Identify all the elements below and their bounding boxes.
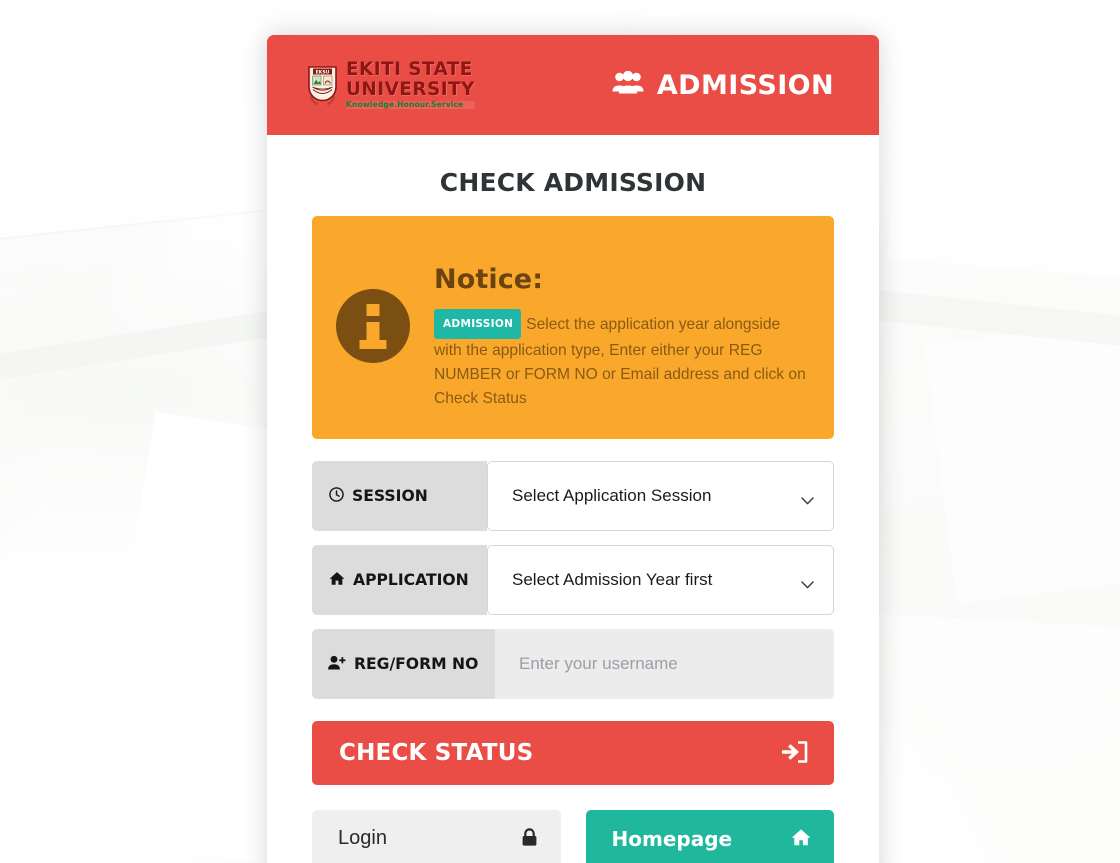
svg-text:EKSU: EKSU [316,69,330,75]
brand-line-1: EKITI STATE [346,59,473,81]
header-title-group: ADMISSION [612,70,834,101]
session-select-wrap[interactable]: Select Application Session [487,461,834,531]
page-title: CHECK ADMISSION [439,168,707,197]
form-row-session: SESSION Select Application Session [312,461,834,531]
secondary-button-group: Login Homepage [312,810,834,863]
info-circle-icon [336,289,410,363]
session-label: SESSION [312,461,487,531]
application-select-wrap[interactable]: Select Admission Year first [487,545,834,615]
background-building-shape [0,552,181,863]
background-building-shape [925,316,1120,604]
check-status-label: CHECK STATUS [339,740,534,766]
header-title: ADMISSION [656,69,834,101]
login-button[interactable]: Login [312,810,561,863]
regno-label-text: REG/FORM NO [354,655,479,673]
sign-in-arrow-icon [780,740,808,767]
application-label: APPLICATION [312,545,487,615]
brand-line-2: UNIVERSITY [346,78,475,100]
home-icon [329,571,345,590]
background-building-shape [887,0,1120,281]
notice-body: Notice: ADMISSION Select the application … [434,246,806,411]
brand-tagline: Knowledge.Honour.Service [346,101,475,109]
user-plus-icon [328,655,346,674]
brand-wordmark: EKITI STATE UNIVERSITY Knowledge.Honour.… [346,61,475,109]
login-label: Login [338,827,387,849]
homepage-label: Homepage [611,826,733,851]
admission-card: EKSU EKITI STATE UNIVERSITY Knowledge.Ho… [267,35,879,863]
clock-icon [329,486,344,506]
page-root: EKSU EKITI STATE UNIVERSITY Knowledge.Ho… [0,0,1120,863]
eksu-crest-icon: EKSU [306,64,339,106]
form-row-application: APPLICATION Select Admission Year first [312,545,834,615]
card-body: CHECK ADMISSION Notice: ADMISSION Select … [267,168,879,863]
home-icon [791,828,811,850]
regno-input[interactable] [495,629,834,699]
application-select[interactable]: Select Admission Year first [487,545,834,615]
notice-title: Notice: [434,264,544,295]
brand-logo: EKSU EKITI STATE UNIVERSITY Knowledge.Ho… [306,61,475,109]
homepage-button[interactable]: Homepage [585,810,834,863]
session-select[interactable]: Select Application Session [487,461,834,531]
notice-box: Notice: ADMISSION Select the application … [312,216,834,439]
regno-label: REG/FORM NO [312,629,495,699]
form-row-regno: REG/FORM NO [312,629,834,699]
application-label-text: APPLICATION [353,571,469,589]
card-header: EKSU EKITI STATE UNIVERSITY Knowledge.Ho… [267,35,879,135]
session-label-text: SESSION [352,487,428,505]
check-status-button[interactable]: CHECK STATUS [312,721,834,785]
regno-field-wrap[interactable] [495,629,834,699]
admission-badge: ADMISSION [434,309,522,339]
notice-text-wrap: ADMISSION Select the application year alo… [434,309,806,411]
users-icon [612,70,644,100]
lock-icon [521,827,538,850]
